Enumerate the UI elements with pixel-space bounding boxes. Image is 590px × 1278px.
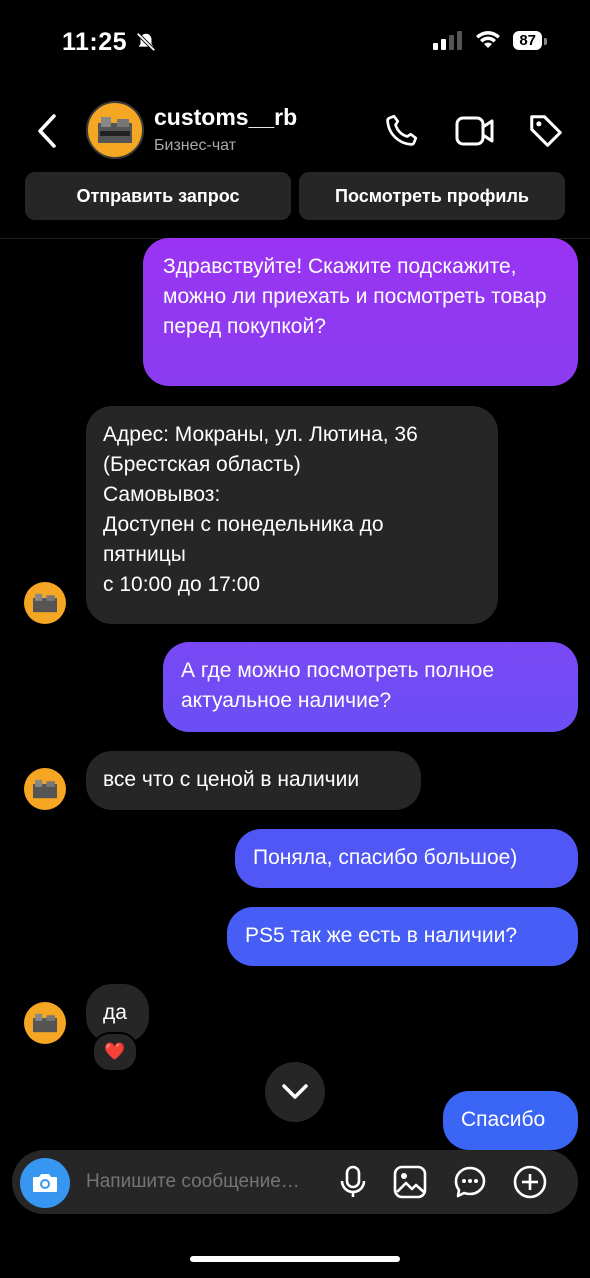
status-indicators: 87	[433, 30, 547, 50]
chat-username[interactable]: customs__rb	[154, 104, 297, 131]
gallery-button[interactable]	[392, 1164, 428, 1205]
plus-circle-icon	[513, 1165, 547, 1199]
cellular-signal-icon	[433, 31, 463, 50]
camera-icon	[33, 1174, 57, 1192]
scroll-to-bottom-button[interactable]	[265, 1062, 325, 1122]
message-text: Поняла, спасибо большое)	[253, 846, 518, 869]
battery-level: 87	[513, 30, 547, 50]
home-indicator[interactable]	[190, 1256, 400, 1262]
message-outgoing[interactable]: PS5 так же есть в наличии?	[227, 907, 578, 966]
message-line: (Брестская область)	[103, 453, 301, 476]
heart-icon: ❤️	[104, 1042, 126, 1061]
message-line: Доступен с понедельника до	[103, 513, 384, 536]
message-input[interactable]	[84, 1170, 328, 1194]
avatar[interactable]	[86, 101, 144, 159]
message-text: PS5 так же есть в наличии?	[245, 924, 518, 947]
message-incoming[interactable]: все что с ценой в наличии	[86, 751, 421, 810]
video-camera-icon	[455, 116, 494, 146]
shop-logo-icon	[33, 779, 57, 799]
message-text: все что с ценой в наличии	[103, 768, 360, 791]
tag-icon	[530, 115, 562, 147]
message-incoming[interactable]: Адрес: Мокраны, ул. Лютина, 36 (Брестска…	[86, 406, 498, 624]
chevron-down-icon	[282, 1084, 308, 1099]
shop-logo-icon	[33, 1013, 57, 1033]
sticker-button[interactable]	[452, 1164, 488, 1205]
send-request-button[interactable]: Отправить запрос	[25, 172, 291, 220]
camera-button[interactable]	[20, 1158, 70, 1208]
message-line: пятницы	[103, 543, 186, 566]
shop-logo-icon	[33, 593, 57, 613]
message-text: А где можно посмотреть полное актуальное…	[181, 659, 495, 712]
message-line: с 10:00 до 17:00	[103, 573, 261, 596]
message-outgoing[interactable]: А где можно посмотреть полное актуальное…	[163, 642, 578, 732]
phone-icon	[386, 114, 418, 146]
add-button[interactable]	[512, 1164, 548, 1205]
shop-logo-icon	[98, 117, 132, 143]
sender-avatar[interactable]	[24, 1002, 66, 1044]
wifi-icon	[476, 31, 501, 48]
message-line: Адрес: Мокраны, ул. Лютина, 36	[103, 423, 418, 446]
sender-avatar[interactable]	[24, 582, 66, 624]
voice-message-button[interactable]	[338, 1164, 368, 1205]
message-text: Спасибо	[461, 1108, 546, 1131]
view-profile-button[interactable]: Посмотреть профиль	[299, 172, 565, 220]
tag-button[interactable]	[527, 112, 565, 155]
back-button[interactable]	[32, 112, 62, 155]
microphone-icon	[340, 1165, 366, 1197]
sender-avatar[interactable]	[24, 768, 66, 810]
heart-reaction[interactable]: ❤️	[92, 1032, 138, 1072]
message-outgoing[interactable]: Здравствуйте! Скажите подскажите, можно …	[143, 238, 578, 386]
message-outgoing[interactable]: Спасибо	[443, 1091, 578, 1150]
message-text: да	[103, 1001, 127, 1024]
message-outgoing[interactable]: Поняла, спасибо большое)	[235, 829, 578, 888]
chevron-left-icon	[38, 114, 56, 148]
image-icon	[393, 1165, 427, 1199]
silent-mode-icon	[135, 32, 156, 52]
message-line: Самовывоз:	[103, 483, 221, 506]
call-button[interactable]	[384, 112, 420, 153]
chat-bubble-icon	[454, 1166, 486, 1198]
video-call-button[interactable]	[455, 114, 495, 153]
chat-subtitle: Бизнес-чат	[154, 137, 237, 154]
message-text: Здравствуйте! Скажите подскажите, можно …	[163, 255, 547, 338]
status-time: 11:25	[62, 28, 157, 57]
